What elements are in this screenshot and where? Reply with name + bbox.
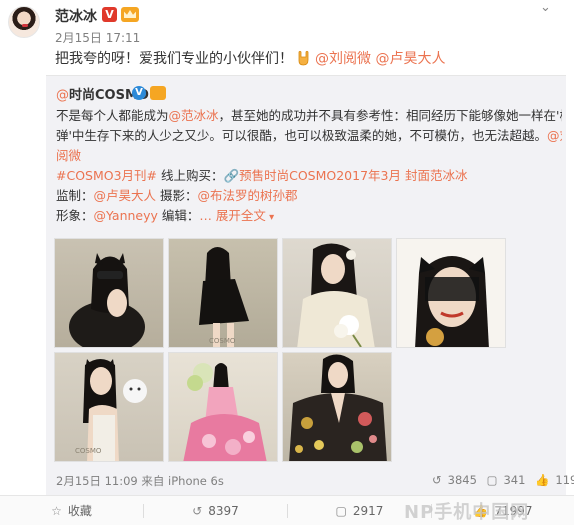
comment-icon[interactable]: ▢: [487, 473, 498, 487]
presale-link[interactable]: 预售时尚COSMO2017年3月 封面范冰冰: [239, 168, 467, 183]
photo-thumbnail[interactable]: [282, 238, 392, 348]
svg-text:COSMO: COSMO: [209, 337, 236, 345]
retweet-text: 不是每个人都能成为@范冰冰，甚至她的成功并不具有参考性：相同经历下能够像她一样在…: [56, 106, 562, 226]
text: ，甚至她的成功并不具有参考性：相同经历下能够像她一样在'枪: [218, 108, 562, 123]
retweet-stats: ↺ 3845 ▢ 341 👍 119: [426, 473, 574, 487]
star-icon: ☆: [51, 504, 62, 518]
post-text-body: 把我夸的呀！爱我们专业的小伙伴们！: [55, 51, 293, 67]
crown-icon: [121, 7, 139, 22]
chevron-down-icon: ▾: [265, 212, 275, 223]
retweet-forward-count[interactable]: 3845: [448, 473, 477, 487]
favorite-button[interactable]: ☆ 收藏: [0, 496, 143, 525]
mention-fan[interactable]: @范冰冰: [169, 108, 219, 123]
forward-count: 8397: [208, 504, 239, 518]
retweet-line-1: 不是每个人都能成为@范冰冰，甚至她的成功并不具有参考性：相同经历下能够像她一样在…: [56, 106, 562, 126]
at-sign: @: [56, 88, 69, 103]
forward-button[interactable]: ↺ 8397: [144, 496, 287, 525]
retweet-like-count[interactable]: 119: [555, 473, 574, 487]
text: 形象：: [56, 208, 94, 223]
retweet-line-5: 监制：@卢昊大人 摄影：@布法罗的树孙郡: [56, 186, 562, 206]
mention-yanneyy[interactable]: @Yanneyy: [94, 208, 158, 223]
chevron-down-icon[interactable]: ⌄: [540, 0, 551, 15]
photo-art: [69, 253, 145, 347]
photo-art: [289, 354, 387, 461]
text: 弹'中生存下来的人少之又少。可以很酷，也可以极致温柔的她，不可模仿，也无法超越。: [56, 128, 547, 143]
retweet-line-4: #COSMO3月刊# 线上购买：🔗预售时尚COSMO2017年3月 封面范冰冰: [56, 166, 562, 186]
site-watermark: NP手机中国网: [404, 502, 530, 523]
svg-text:COSMO: COSMO: [75, 447, 102, 455]
retweet-comment-count[interactable]: 341: [503, 473, 525, 487]
share-icon[interactable]: ↺: [432, 473, 442, 487]
photo-art: [297, 243, 375, 347]
photo-thumbnail[interactable]: [282, 352, 392, 462]
photo-art: [415, 256, 489, 347]
rock-hand-emoji-icon: [298, 50, 309, 66]
expand-full-text-link[interactable]: 展开全文: [212, 208, 266, 223]
retweet-line-2: 弹'中生存下来的人少之又少。可以很酷，也可以极致温柔的她，不可模仿，也无法超越。…: [56, 126, 562, 146]
crown-icon: [150, 86, 166, 100]
author-name[interactable]: 范冰冰: [55, 6, 97, 26]
text: 摄影：: [156, 188, 198, 203]
author-avatar[interactable]: [8, 6, 40, 38]
photo-art: COSMO: [199, 247, 249, 347]
retweet-line-6: 形象：@Yanneyy 编辑：… 展开全文 ▾: [56, 206, 562, 226]
photo-thumbnail[interactable]: COSMO: [54, 352, 164, 462]
mention-liu-part[interactable]: @刘: [547, 128, 562, 143]
text: 编辑：: [157, 208, 200, 223]
like-icon[interactable]: 👍: [535, 473, 549, 487]
text: 不是每个人都能成为: [56, 108, 169, 123]
text: 监制：: [56, 188, 94, 203]
comment-icon: ▢: [335, 504, 347, 518]
post-text: 把我夸的呀！爱我们专业的小伙伴们！ @刘阅微 @卢昊大人: [55, 48, 445, 68]
retweet-line-3: 阅微: [56, 146, 562, 166]
link-icon: 🔗: [223, 168, 240, 183]
photo-grid: COSMO COSMO: [54, 238, 534, 462]
mention-liu[interactable]: @刘阅微: [315, 51, 371, 67]
forward-icon: ↺: [192, 504, 203, 518]
photo-thumbnail[interactable]: COSMO: [168, 238, 278, 348]
vip-v-badge: V: [102, 7, 117, 22]
retweet-card: @时尚COSMO V 不是每个人都能成为@范冰冰，甚至她的成功并不具有参考性：相…: [46, 75, 574, 495]
photo-art: COSMO: [75, 359, 147, 461]
mention-lu[interactable]: @卢昊大人: [375, 51, 445, 67]
photo-art: [183, 363, 267, 461]
weibo-post: 范冰冰 V ⌄ 2月15日 17:11 把我夸的呀！爱我们专业的小伙伴们！ @刘阅…: [0, 0, 574, 525]
more-dots: …: [199, 208, 212, 223]
text: 线上购买：: [157, 168, 224, 183]
favorite-label: 收藏: [67, 504, 92, 518]
photo-thumbnail[interactable]: [168, 352, 278, 462]
mention-photographer[interactable]: @布法罗的树孙郡: [198, 188, 298, 203]
mention-liu-part[interactable]: 阅微: [56, 148, 81, 163]
post-timestamp[interactable]: 2月15日 17:11: [55, 29, 140, 46]
hashtag-cosmo[interactable]: #COSMO3月刊#: [56, 168, 157, 183]
comment-count: 2917: [352, 504, 384, 518]
retweet-timestamp[interactable]: 2月15日 11:09 来自 iPhone 6s: [56, 473, 224, 489]
photo-thumbnail[interactable]: [396, 238, 506, 348]
photo-thumbnail[interactable]: [54, 238, 164, 348]
verified-v-icon: V: [132, 86, 146, 100]
mention-lu[interactable]: @卢昊大人: [94, 188, 157, 203]
